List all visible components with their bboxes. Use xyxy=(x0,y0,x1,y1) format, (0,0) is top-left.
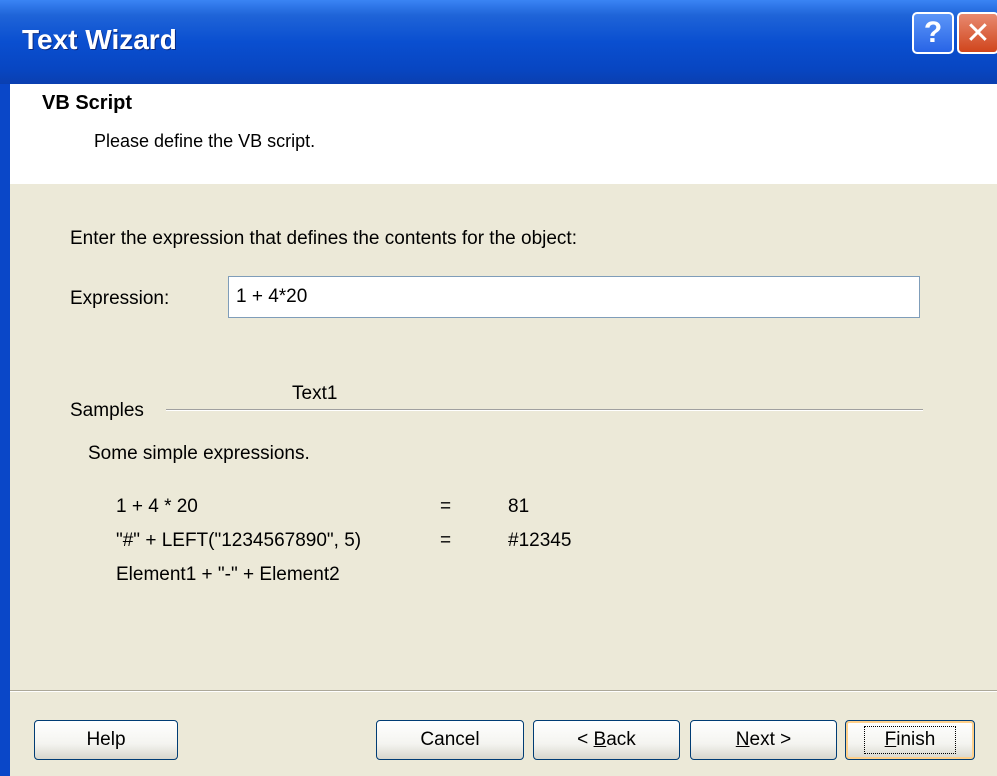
sample-equals: = xyxy=(440,530,452,551)
samples-divider xyxy=(166,409,923,411)
finish-button-focus: Finish xyxy=(863,726,957,754)
expression-label: Expression: xyxy=(70,288,170,309)
samples-label: Samples xyxy=(70,400,144,421)
window-title: Text Wizard xyxy=(22,24,177,55)
expression-input[interactable] xyxy=(228,276,920,318)
footer-divider xyxy=(10,690,997,692)
sample-result: 81 xyxy=(508,496,530,517)
finish-button[interactable]: Finish xyxy=(845,720,975,760)
instruction-text: Enter the expression that defines the co… xyxy=(70,228,577,249)
back-button-prefix: < xyxy=(577,729,594,750)
page-title: VB Script xyxy=(42,92,133,114)
help-icon[interactable]: ? xyxy=(912,12,954,54)
cancel-button[interactable]: Cancel xyxy=(376,720,524,760)
back-button-label: ack xyxy=(606,729,636,750)
samples-description: Some simple expressions. xyxy=(88,443,310,464)
next-button[interactable]: Next > xyxy=(690,720,837,760)
finish-button-accel: F xyxy=(884,729,897,750)
sample-result: #12345 xyxy=(508,530,572,551)
next-button-label: ext > xyxy=(749,729,792,750)
help-glyph: ? xyxy=(923,16,943,49)
sample-expression: 1 + 4 * 20 xyxy=(116,496,198,517)
sample-expression: Element1 + "-" + Element2 xyxy=(116,564,340,585)
window-frame-left xyxy=(0,84,10,776)
back-button-accel: B xyxy=(593,729,607,750)
sample-equals: = xyxy=(440,496,452,517)
sample-expression: "#" + LEFT("1234567890", 5) xyxy=(116,530,362,551)
close-icon[interactable]: ✕ xyxy=(957,12,997,54)
title-bar[interactable]: Text Wizard ? ✕ xyxy=(0,0,997,84)
next-button-accel: N xyxy=(735,729,750,750)
page-subtitle: Please define the VB script. xyxy=(94,131,316,151)
cancel-button-label: Cancel xyxy=(420,729,480,750)
finish-button-label: inish xyxy=(896,729,936,750)
close-glyph: ✕ xyxy=(965,16,991,50)
samples-tab-label: Text1 xyxy=(292,383,338,404)
back-button[interactable]: < Back xyxy=(533,720,680,760)
help-button[interactable]: Help xyxy=(34,720,178,760)
text-wizard-window: Text Wizard ? ✕ VB Script Please define … xyxy=(0,0,997,776)
help-button-label: Help xyxy=(86,729,126,750)
